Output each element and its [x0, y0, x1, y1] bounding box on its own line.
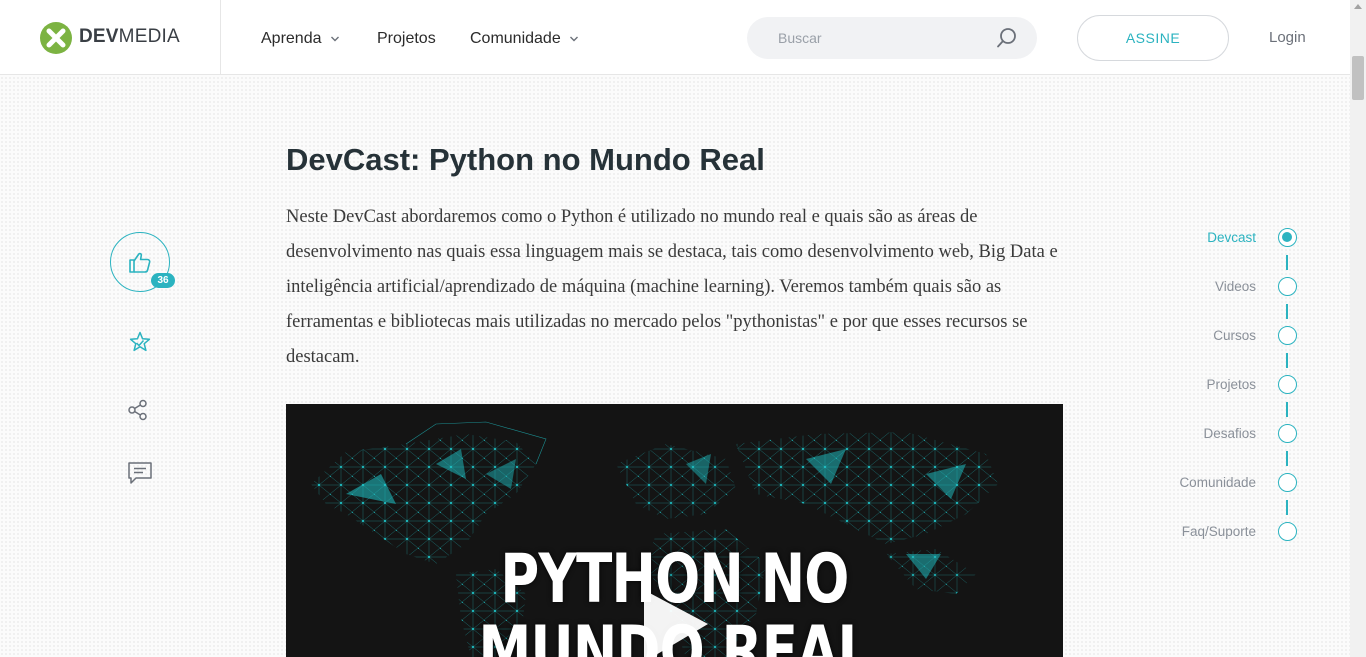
logo-link[interactable]: DEVMEDIA	[0, 0, 221, 75]
subscribe-button[interactable]: ASSINE	[1077, 15, 1229, 61]
timeline-dot-desafios[interactable]	[1278, 424, 1297, 443]
share-icon[interactable]	[127, 399, 149, 421]
devmedia-logo-icon	[40, 22, 72, 54]
comment-icon[interactable]	[127, 461, 153, 485]
timeline-item-projetos[interactable]: Projetos	[1116, 377, 1256, 392]
nav-aprenda-label: Aprenda	[261, 30, 322, 47]
nav-comunidade-label: Comunidade	[470, 30, 561, 47]
timeline-connector	[1286, 451, 1288, 466]
page-scrollbar[interactable]	[1350, 0, 1366, 657]
play-icon[interactable]	[636, 586, 716, 657]
search-input[interactable]	[747, 17, 987, 59]
nav-comunidade[interactable]: Comunidade	[470, 30, 579, 48]
timeline-item-cursos[interactable]: Cursos	[1116, 328, 1256, 343]
like-count-badge: 36	[151, 273, 175, 288]
timeline-dot-videos[interactable]	[1278, 277, 1297, 296]
site-header: DEVMEDIA Aprenda Projetos Comunidade ASS…	[0, 0, 1350, 75]
nav-projetos-label: Projetos	[377, 30, 436, 47]
scroll-up-arrow-icon[interactable]	[1354, 4, 1362, 9]
timeline-dot-devcast[interactable]	[1278, 228, 1297, 247]
timeline-connector	[1286, 353, 1288, 368]
timeline-item-videos[interactable]: Videos	[1116, 279, 1256, 294]
timeline-connector	[1286, 304, 1288, 319]
timeline-connector	[1286, 255, 1288, 270]
article-intro: Neste DevCast abordaremos como o Python …	[286, 207, 1058, 367]
chevron-down-icon	[569, 36, 578, 42]
timeline-item-comunidade[interactable]: Comunidade	[1116, 475, 1256, 490]
timeline-connector	[1286, 402, 1288, 417]
timeline-item-faq-suporte[interactable]: Faq/Suporte	[1116, 524, 1256, 539]
search-icon[interactable]	[995, 26, 1019, 50]
article-title: DevCast: Python no Mundo Real	[286, 142, 765, 177]
timeline-dot-faq-suporte[interactable]	[1278, 522, 1297, 541]
nav-projetos[interactable]: Projetos	[377, 30, 436, 48]
logo-text: DEVMEDIA	[79, 26, 180, 47]
scroll-thumb[interactable]	[1352, 56, 1364, 100]
timeline-item-devcast[interactable]: Devcast	[1116, 230, 1256, 245]
nav-aprenda[interactable]: Aprenda	[261, 30, 340, 48]
timeline-dot-cursos[interactable]	[1278, 326, 1297, 345]
login-link[interactable]: Login	[1269, 29, 1306, 46]
timeline-item-desafios[interactable]: Desafios	[1116, 426, 1256, 441]
thumbs-up-icon	[129, 252, 151, 273]
search-box	[747, 17, 1037, 59]
timeline-dot-projetos[interactable]	[1278, 375, 1297, 394]
star-badge-icon[interactable]	[127, 330, 153, 356]
timeline-dot-comunidade[interactable]	[1278, 473, 1297, 492]
chevron-down-icon	[330, 36, 339, 42]
timeline-connector	[1286, 500, 1288, 515]
